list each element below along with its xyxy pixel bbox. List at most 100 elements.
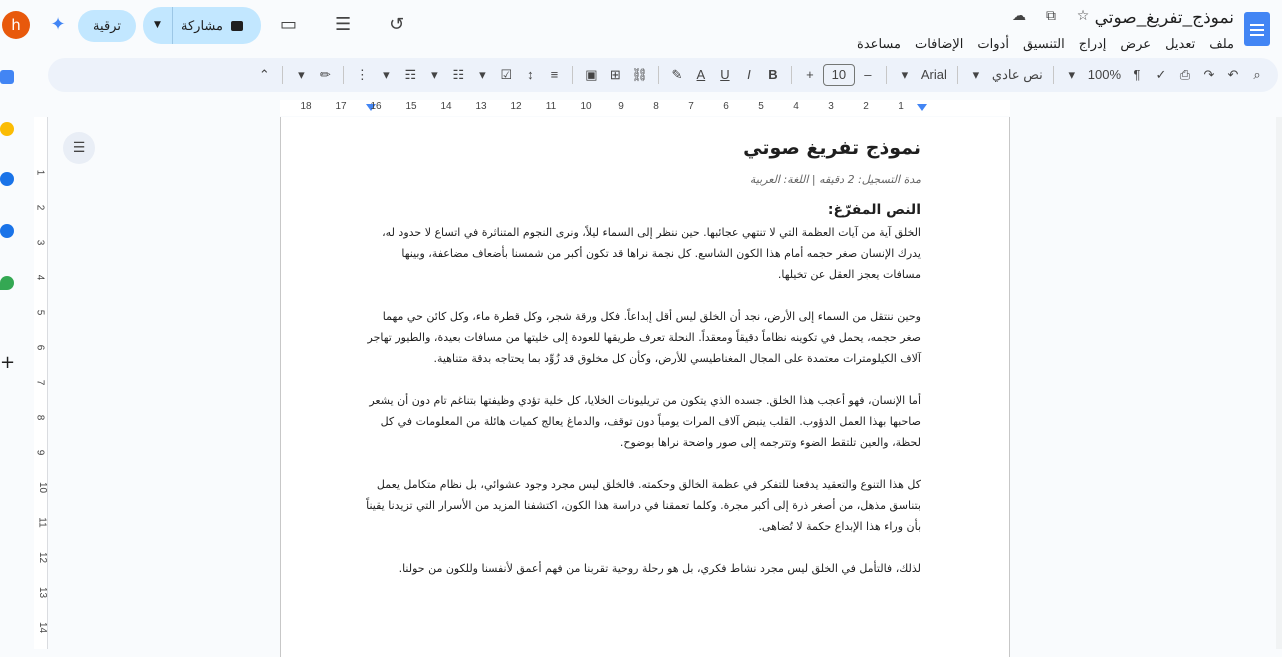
menu-file[interactable]: ملف — [1209, 36, 1234, 52]
font-size-input[interactable]: 10 — [822, 64, 855, 86]
ruler-tick: 12 — [37, 551, 49, 564]
ruler-tick: 5 — [34, 309, 46, 316]
search-menus-icon[interactable]: ⌕ — [1246, 63, 1268, 87]
zoom-select[interactable]: 100% — [1085, 63, 1124, 87]
underline-button[interactable]: U — [714, 63, 736, 87]
comment-add-icon[interactable]: ⊞ — [604, 63, 626, 87]
separator — [790, 66, 792, 84]
menu-format[interactable]: التنسيق — [1023, 36, 1065, 52]
ruler-tick: 5 — [758, 101, 764, 112]
menu-edit[interactable]: تعديل — [1165, 36, 1195, 52]
separator — [885, 66, 887, 84]
undo-icon[interactable]: ↶ — [1222, 63, 1244, 87]
contacts-icon[interactable] — [0, 224, 14, 238]
numbered-list-icon[interactable]: ☶ — [399, 63, 421, 87]
share-dropdown-icon[interactable]: ▼ — [143, 7, 173, 44]
line-spacing-icon[interactable]: ↕ — [519, 63, 541, 87]
docs-logo-icon[interactable] — [1244, 12, 1270, 46]
ruler-tick: 6 — [723, 101, 729, 112]
keep-icon[interactable] — [0, 122, 14, 136]
ruler-tick: 14 — [440, 101, 452, 112]
paint-format-icon[interactable]: ¶ — [1126, 63, 1148, 87]
upgrade-button[interactable]: ترقية — [78, 10, 136, 42]
bulleted-list-dropdown-icon[interactable]: ▾ — [423, 63, 445, 87]
ruler-tick: 14 — [37, 621, 49, 634]
menu-help[interactable]: مساعدة — [857, 36, 901, 52]
recording-meta: مدة التسجيل: 2 دقيقه | اللغة: العربية — [749, 173, 921, 186]
ruler-tick: 11 — [36, 517, 48, 528]
checklist-dropdown-icon[interactable]: ▾ — [471, 63, 493, 87]
style-dropdown-icon[interactable]: ▾ — [965, 63, 987, 87]
document-body[interactable]: نموذج تفريغ صوتي مدة التسجيل: 2 دقيقه | … — [361, 137, 921, 600]
ruler-tick: 17 — [335, 101, 347, 112]
increase-font-button[interactable]: + — [799, 63, 821, 87]
ruler-tick: 9 — [618, 101, 624, 112]
share-label: مشاركة — [181, 17, 223, 33]
collapse-menus-icon[interactable]: ⌃ — [253, 63, 275, 87]
add-addon-icon[interactable]: + — [0, 354, 15, 372]
spellcheck-icon[interactable]: ✓ — [1150, 63, 1172, 87]
tasks-icon[interactable] — [0, 172, 14, 186]
menu-view[interactable]: عرض — [1120, 36, 1151, 52]
vertical-scrollbar[interactable] — [1276, 117, 1282, 649]
ruler-tick: 10 — [580, 101, 592, 112]
italic-button[interactable]: I — [738, 63, 760, 87]
menu-tools[interactable]: أدوات — [977, 36, 1009, 52]
menu-insert[interactable]: إدراج — [1079, 36, 1107, 52]
gemini-icon[interactable]: ✦ — [48, 15, 68, 35]
ruler-tick: 1 — [898, 101, 904, 112]
paragraph: لذلك، فالتأمل في الخلق ليس مجرد نشاط فكر… — [398, 562, 921, 575]
section-heading: النص المفرّغ: — [827, 202, 921, 218]
font-dropdown-icon[interactable]: ▾ — [894, 63, 916, 87]
print-icon[interactable]: ⎙ — [1174, 63, 1196, 87]
decrease-font-button[interactable]: – — [857, 63, 879, 87]
cloud-status-icon[interactable]: ☁ — [1010, 8, 1028, 24]
history-icon[interactable]: ↺ — [389, 14, 404, 35]
redo-icon[interactable]: ↷ — [1198, 63, 1220, 87]
move-folder-icon[interactable]: ⧉ — [1042, 8, 1060, 24]
checklist-icon[interactable]: ☑ — [495, 63, 517, 87]
document-outline-button[interactable]: ☰ — [63, 132, 95, 164]
ruler-tick: 8 — [653, 101, 659, 112]
paragraph: وحين ننتقل من السماء إلى الأرض، نجد أن ا… — [367, 310, 922, 365]
editing-mode-icon[interactable]: ✏ — [314, 63, 336, 87]
style-select[interactable]: نص عادي — [989, 63, 1046, 87]
document-page[interactable]: نموذج تفريغ صوتي مدة التسجيل: 2 دقيقه | … — [280, 117, 1010, 657]
star-icon[interactable]: ☆ — [1074, 8, 1092, 24]
link-icon[interactable]: ⛓ — [628, 63, 651, 87]
numbered-list-dropdown-icon[interactable]: ▾ — [375, 63, 397, 87]
ruler-tick: 11 — [545, 101, 557, 112]
ruler-tick: 16 — [370, 101, 382, 112]
share-button[interactable]: ▼ مشاركة — [143, 7, 261, 44]
separator — [282, 66, 284, 84]
maps-icon[interactable] — [0, 276, 14, 290]
menu-bar: ملف تعديل عرض إدراج التنسيق أدوات الإضاف… — [857, 36, 1234, 52]
more-options-icon[interactable]: ⋮ — [351, 63, 373, 87]
toolbar: ⌕ ↶ ↷ ⎙ ✓ ¶ 100% ▾ نص عادي ▾ Arial ▾ – 1… — [48, 58, 1278, 92]
meet-icon[interactable]: ▭ — [280, 14, 297, 35]
header-actions: ▭ ☰ ↺ — [280, 14, 404, 35]
menu-extensions[interactable]: الإضافات — [915, 36, 963, 52]
right-indent-marker[interactable] — [917, 104, 927, 111]
ruler-tick: 7 — [34, 379, 46, 386]
bold-button[interactable]: B — [762, 63, 784, 87]
zoom-dropdown-icon[interactable]: ▾ — [1061, 63, 1083, 87]
document-heading: نموذج تفريغ صوتي — [743, 137, 921, 159]
font-select[interactable]: Arial — [918, 63, 950, 87]
bulleted-list-icon[interactable]: ☷ — [447, 63, 469, 87]
horizontal-ruler[interactable]: 18 17 16 15 14 13 12 11 10 9 8 7 6 5 4 3 2 1 — [280, 100, 1010, 116]
comments-icon[interactable]: ☰ — [335, 14, 351, 35]
separator — [343, 66, 345, 84]
ruler-tick: 2 — [863, 101, 869, 112]
highlight-icon[interactable]: ✎ — [666, 63, 688, 87]
side-panel-rail: + — [0, 62, 16, 649]
image-icon[interactable]: ▣ — [580, 63, 602, 87]
align-icon[interactable]: ≡ — [543, 63, 565, 87]
calendar-icon[interactable] — [0, 70, 14, 84]
avatar[interactable]: h — [2, 11, 30, 39]
ruler-tick: 13 — [475, 101, 487, 112]
vertical-ruler[interactable]: 1 2 3 4 5 6 7 8 9 10 11 12 13 14 — [34, 117, 48, 649]
document-title[interactable]: نموذج_تفريغ_صوتي — [1095, 8, 1234, 28]
text-color-button[interactable]: A — [690, 63, 712, 87]
editing-mode-dropdown-icon[interactable]: ▾ — [290, 63, 312, 87]
